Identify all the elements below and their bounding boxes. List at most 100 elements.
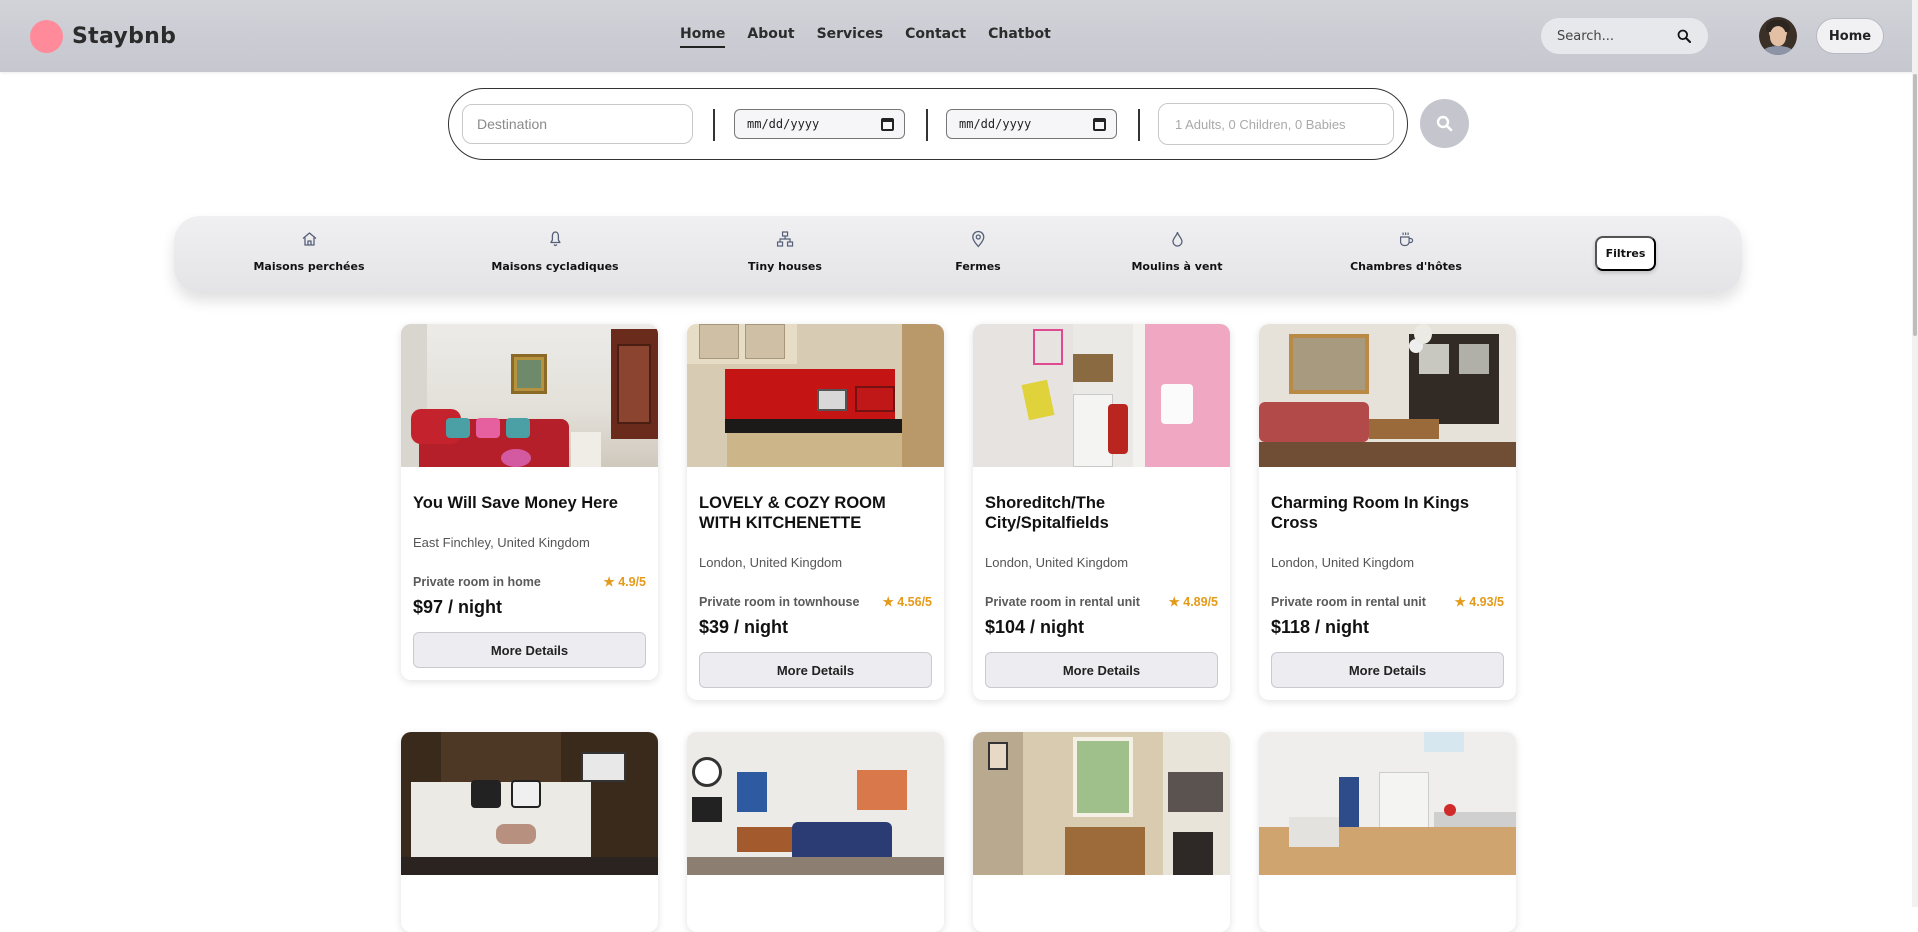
brand-logo[interactable]: Staybnb	[30, 20, 176, 53]
calendar-icon[interactable]	[881, 117, 894, 131]
location-pin-icon	[971, 230, 985, 248]
listing-price: $39 / night	[699, 617, 789, 637]
coffee-cup-icon	[1399, 232, 1414, 247]
listing-rating: ★ 4.93/5	[1454, 595, 1504, 609]
listing-location: London, United Kingdom	[1271, 555, 1415, 570]
listing-rating: ★ 4.56/5	[882, 595, 932, 609]
listing-photo[interactable]	[973, 732, 1230, 875]
booking-search-button[interactable]	[1420, 99, 1469, 148]
category-moulins-a-vent[interactable]: Moulins à vent	[1131, 230, 1223, 273]
listing-room-type: Private room in home	[413, 574, 541, 589]
nav-link-about[interactable]: About	[747, 26, 794, 48]
avatar-face	[1770, 26, 1786, 46]
main-nav: Home About Services Contact Chatbot	[680, 26, 1051, 48]
listing-title[interactable]: Charming Room In Kings Cross	[1271, 493, 1504, 533]
category-tiny-houses[interactable]: Tiny houses	[748, 230, 822, 273]
listing-card: You Will Save Money Here East Finchley, …	[401, 324, 658, 680]
home-icon	[302, 232, 316, 246]
nav-search-input[interactable]	[1557, 28, 1677, 44]
listing-body: LOVELY & COZY ROOM WITH KITCHENETTE Lond…	[687, 493, 944, 700]
category-label: Chambres d'hôtes	[1350, 260, 1462, 273]
category-fermes[interactable]: Fermes	[955, 230, 1001, 273]
avatar-shirt	[1762, 46, 1794, 55]
nav-link-chatbot[interactable]: Chatbot	[988, 26, 1051, 48]
checkin-date-field[interactable]: mm/dd/yyyy	[734, 109, 905, 139]
droplet-icon	[1171, 231, 1183, 247]
listing-photo[interactable]	[401, 732, 658, 875]
nav-link-home[interactable]: Home	[680, 26, 726, 48]
user-avatar[interactable]	[1759, 17, 1797, 55]
separator	[1138, 109, 1140, 141]
listing-photo[interactable]	[401, 324, 658, 467]
search-icon	[1436, 115, 1453, 132]
listing-price: $118 / night	[1271, 617, 1370, 637]
category-chambres-d-hotes[interactable]: Chambres d'hôtes	[1350, 230, 1462, 273]
filters-button[interactable]: Filtres	[1595, 236, 1656, 271]
more-details-button[interactable]: More Details	[985, 652, 1218, 688]
listing-body: Shoreditch/The City/Spitalfields London,…	[973, 493, 1230, 700]
search-icon[interactable]	[1677, 29, 1691, 43]
separator	[926, 109, 928, 141]
category-label: Maisons perchées	[253, 260, 365, 273]
listing-title[interactable]: LOVELY & COZY ROOM WITH KITCHENETTE	[699, 493, 932, 533]
listing-photo[interactable]	[1259, 324, 1516, 467]
nav-link-contact[interactable]: Contact	[905, 26, 966, 48]
checkout-date-field[interactable]: mm/dd/yyyy	[946, 109, 1117, 139]
category-label: Fermes	[955, 260, 1001, 273]
checkin-date-value: mm/dd/yyyy	[747, 117, 820, 131]
listing-card	[687, 732, 944, 932]
listing-room-type: Private room in rental unit	[985, 594, 1140, 609]
category-label: Tiny houses	[748, 260, 822, 273]
listing-card	[973, 732, 1230, 932]
listing-photo[interactable]	[973, 324, 1230, 467]
top-navbar: Staybnb Home About Services Contact Chat…	[0, 0, 1918, 72]
listing-rating: ★ 4.9/5	[603, 575, 646, 589]
guests-input[interactable]	[1158, 103, 1394, 145]
more-details-button[interactable]: More Details	[699, 652, 932, 688]
nav-search	[1541, 18, 1708, 54]
listing-card: Charming Room In Kings Cross London, Uni…	[1259, 324, 1516, 700]
category-label: Moulins à vent	[1131, 260, 1223, 273]
listing-photo[interactable]	[1259, 732, 1516, 875]
listing-meta: Private room in townhouse ★ 4.56/5	[699, 594, 932, 610]
destination-input[interactable]	[462, 104, 693, 144]
listing-card	[1259, 732, 1516, 932]
listing-photo[interactable]	[687, 732, 944, 875]
listing-body: Charming Room In Kings Cross London, Uni…	[1259, 493, 1516, 700]
separator	[713, 109, 715, 141]
home-button[interactable]: Home	[1816, 18, 1884, 54]
listing-title[interactable]: You Will Save Money Here	[413, 493, 646, 513]
category-maisons-cycladiques[interactable]: Maisons cycladiques	[491, 230, 619, 273]
category-maisons-perchees[interactable]: Maisons perchées	[253, 230, 365, 273]
category-label: Maisons cycladiques	[491, 260, 619, 273]
listing-body: You Will Save Money Here East Finchley, …	[401, 493, 658, 680]
booking-bar: mm/dd/yyyy mm/dd/yyyy	[448, 88, 1408, 160]
more-details-button[interactable]: More Details	[413, 632, 646, 668]
sitemap-icon	[776, 231, 794, 247]
scrollbar-thumb[interactable]	[1913, 74, 1917, 336]
listing-card: Shoreditch/The City/Spitalfields London,…	[973, 324, 1230, 700]
listing-photo[interactable]	[687, 324, 944, 467]
listing-card: LOVELY & COZY ROOM WITH KITCHENETTE Lond…	[687, 324, 944, 700]
listing-location: East Finchley, United Kingdom	[413, 535, 590, 550]
listing-room-type: Private room in townhouse	[699, 594, 860, 609]
listing-room-type: Private room in rental unit	[1271, 594, 1426, 609]
listing-price: $104 / night	[985, 617, 1085, 637]
listing-meta: Private room in rental unit ★ 4.93/5	[1271, 594, 1504, 610]
logo-dot-icon	[30, 20, 63, 53]
listing-rating: ★ 4.89/5	[1168, 595, 1218, 609]
checkout-date-value: mm/dd/yyyy	[959, 117, 1032, 131]
bell-icon	[549, 231, 561, 247]
category-bar: Maisons perchées Maisons cycladiques Tin…	[174, 216, 1742, 293]
listing-price: $97 / night	[413, 597, 503, 617]
more-details-button[interactable]: More Details	[1271, 652, 1504, 688]
calendar-icon[interactable]	[1093, 117, 1106, 131]
listing-title[interactable]: Shoreditch/The City/Spitalfields	[985, 493, 1218, 533]
listing-location: London, United Kingdom	[985, 555, 1129, 570]
listing-meta: Private room in rental unit ★ 4.89/5	[985, 594, 1218, 610]
listing-meta: Private room in home ★ 4.9/5	[413, 574, 646, 590]
nav-link-services[interactable]: Services	[817, 26, 884, 48]
listing-card	[401, 732, 658, 932]
brand-name: Staybnb	[72, 24, 177, 49]
listing-location: London, United Kingdom	[699, 555, 843, 570]
